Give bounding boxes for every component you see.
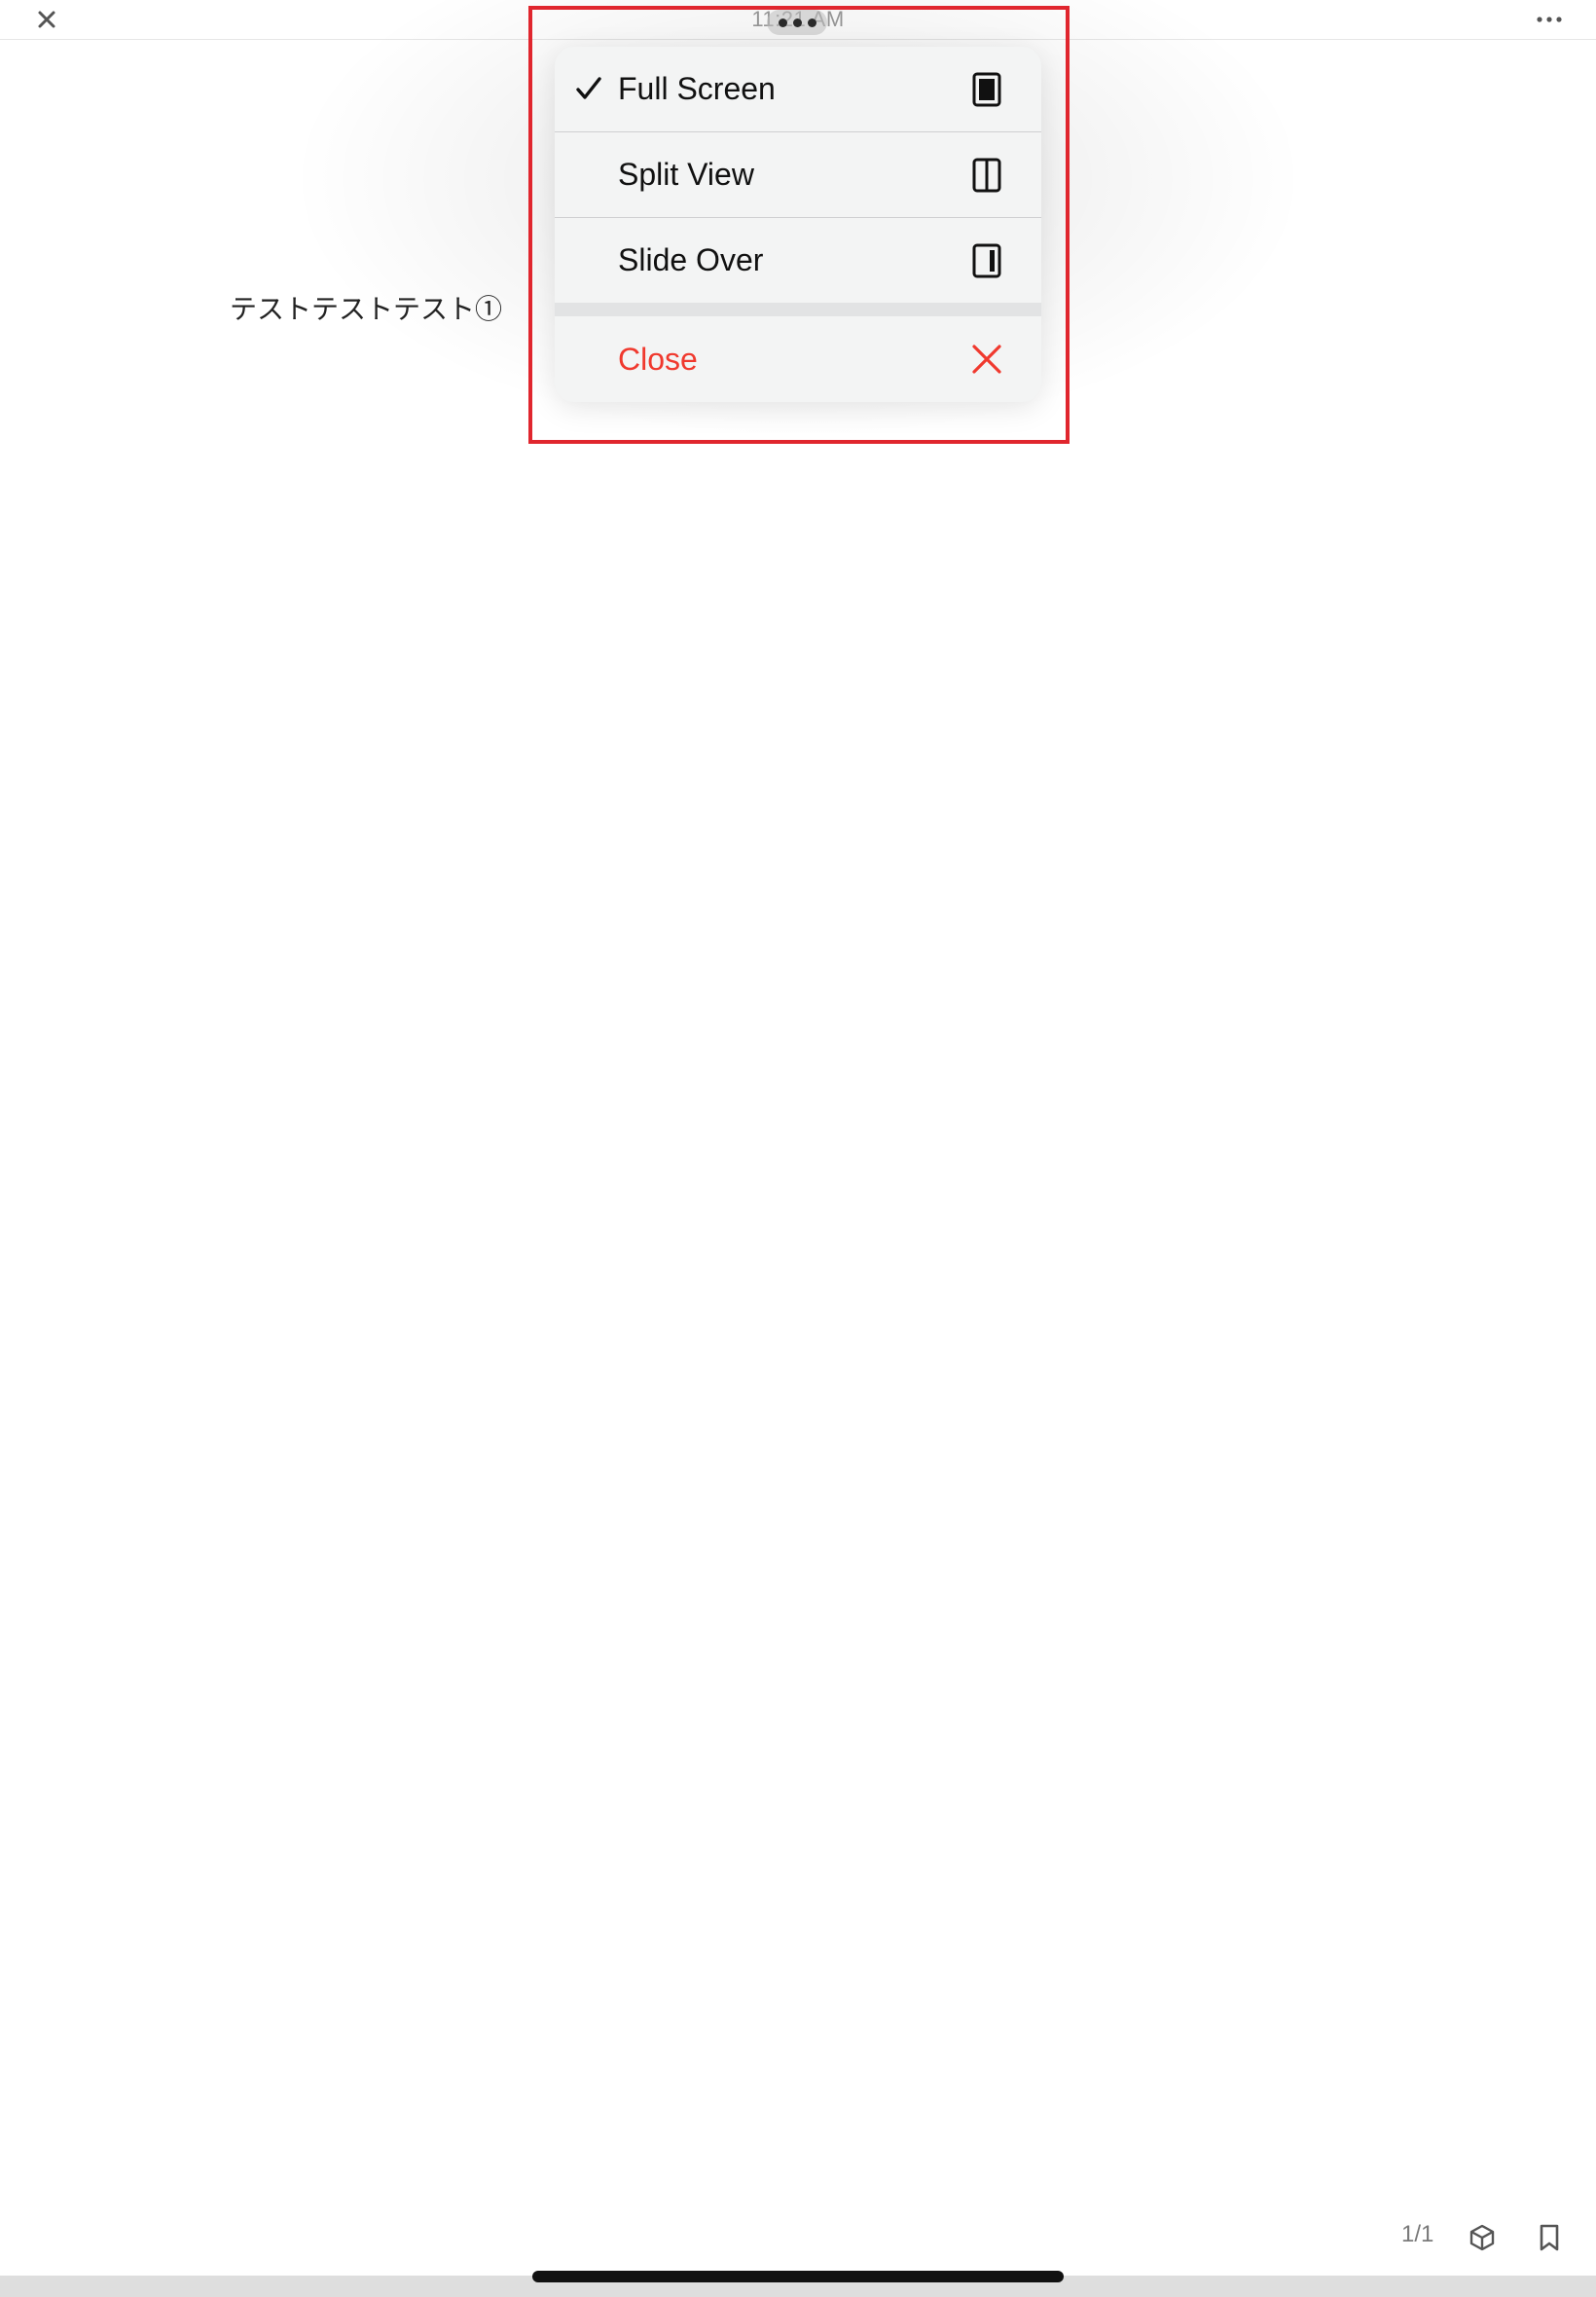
full-screen-icon xyxy=(972,72,1001,107)
split-view-icon xyxy=(972,158,1001,193)
cube-icon[interactable] xyxy=(1468,2223,1497,2252)
menu-item-full-screen[interactable]: Full Screen xyxy=(555,47,1041,132)
menu-item-close[interactable]: Close xyxy=(555,316,1041,402)
menu-separator xyxy=(555,303,1041,316)
multitasking-menu: Full Screen Split View Slide Over Close xyxy=(555,47,1041,402)
page-indicator: 1/1 xyxy=(1401,2221,1434,2247)
menu-item-label: Full Screen xyxy=(618,71,776,106)
menu-item-split-view[interactable]: Split View xyxy=(555,132,1041,218)
handle-dot xyxy=(793,18,802,27)
handle-dot xyxy=(779,18,787,27)
document-text: テストテストテスト① xyxy=(230,293,503,325)
close-x-icon xyxy=(972,345,1001,374)
multitasking-handle[interactable] xyxy=(767,10,827,35)
screen: 11:21 AM テストテストテスト① Full Screen Split xyxy=(0,0,1596,2297)
checkmark-icon xyxy=(576,77,601,99)
more-options-icon[interactable] xyxy=(1534,6,1565,33)
menu-item-label: Split View xyxy=(618,157,754,192)
home-indicator[interactable] xyxy=(532,2271,1064,2282)
slide-over-icon xyxy=(972,243,1001,278)
menu-item-slide-over[interactable]: Slide Over xyxy=(555,218,1041,303)
bookmark-icon[interactable] xyxy=(1536,2223,1563,2252)
menu-item-label: Close xyxy=(618,342,698,377)
menu-item-label: Slide Over xyxy=(618,242,764,277)
handle-dot xyxy=(808,18,816,27)
